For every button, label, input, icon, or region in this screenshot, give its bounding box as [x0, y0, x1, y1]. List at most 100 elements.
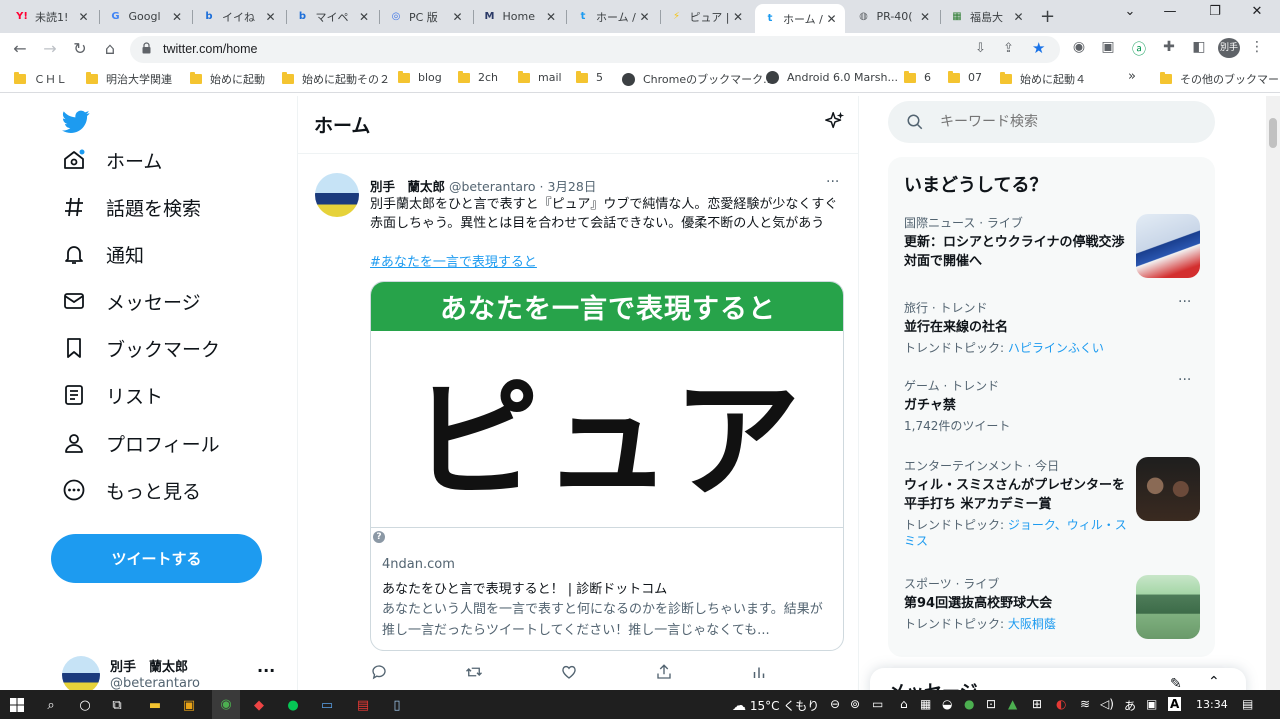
- tweet-author-handle[interactable]: @beterantaro: [449, 179, 536, 194]
- link-card[interactable]: あなたを一言で表現すると ピュア ? 4ndan.com あなたをひと言で表現す…: [370, 281, 844, 651]
- bookmark-item[interactable]: 明治大学関連: [86, 71, 172, 87]
- tweet-author-name[interactable]: 別手 蘭太郎: [370, 179, 445, 194]
- nav-item[interactable]: メッセージ: [60, 287, 201, 315]
- weather-widget[interactable]: ☁ 15°C くもり: [732, 697, 819, 714]
- news-image[interactable]: [1136, 214, 1200, 278]
- bookmark-star-icon[interactable]: ★: [1032, 39, 1045, 57]
- trend-item[interactable]: 国際ニュース · ライブ 更新：ロシアとウクライナの停戦交渉 対面で開催へ: [904, 214, 1129, 271]
- taskbar-red-app-icon[interactable]: ▤: [354, 696, 372, 714]
- bookmark-item[interactable]: 5: [576, 70, 603, 84]
- trend-more-icon[interactable]: ···: [1178, 294, 1191, 310]
- nav-item[interactable]: リスト: [60, 381, 163, 409]
- taskbar-folder-icon[interactable]: ▣: [180, 696, 198, 714]
- nav-item[interactable]: ホーム: [60, 146, 162, 174]
- tab-close-icon[interactable]: ✕: [918, 10, 932, 24]
- tray-icon-d[interactable]: ⌂: [900, 697, 908, 711]
- tab-close-icon[interactable]: ✕: [170, 10, 184, 24]
- windows-start-icon[interactable]: [8, 696, 26, 714]
- home-button-icon[interactable]: ⌂: [100, 39, 120, 58]
- tray-icon-c[interactable]: ▭: [872, 697, 883, 711]
- tab-search-icon[interactable]: ⌄: [1115, 4, 1145, 19]
- tweet-author-avatar[interactable]: [315, 173, 359, 217]
- new-tab-button[interactable]: +: [1040, 6, 1055, 27]
- tray-icon-l[interactable]: ▣: [1146, 697, 1157, 711]
- tray-icon-e[interactable]: ▦: [920, 697, 931, 711]
- install-app-icon[interactable]: ⇩: [975, 41, 986, 56]
- maximize-button[interactable]: ❐: [1200, 4, 1230, 19]
- trend-item[interactable]: スポーツ · ライブ 第94回選抜高校野球大会 トレンドトピック: 大阪桐蔭: [904, 575, 1129, 632]
- ime-icon[interactable]: あ: [1124, 697, 1136, 714]
- chrome-menu-icon[interactable]: ⋮: [1248, 39, 1266, 55]
- tray-icon-g[interactable]: ●: [964, 697, 974, 711]
- wifi-icon[interactable]: ≋: [1080, 697, 1090, 711]
- extensions-puzzle-icon[interactable]: ✚: [1160, 39, 1178, 55]
- browser-tab[interactable]: ◍ PR-40(✕: [849, 4, 939, 29]
- tray-icon-i[interactable]: ▲: [1008, 697, 1017, 711]
- tray-a-icon[interactable]: A: [1168, 697, 1182, 711]
- account-handle[interactable]: @beterantaro: [110, 676, 200, 691]
- account-menu-icon[interactable]: ···: [257, 661, 275, 680]
- bookmark-item[interactable]: 始めに起動: [190, 71, 265, 87]
- tab-close-icon[interactable]: ✕: [264, 10, 278, 24]
- browser-tab[interactable]: Y! 未読1! ✕: [7, 4, 97, 29]
- close-window-button[interactable]: ✕: [1242, 4, 1272, 19]
- bookmark-item[interactable]: ＣＨＬ: [14, 71, 67, 87]
- extension-a-icon[interactable]: ⓐ: [1130, 39, 1148, 59]
- trend-more-icon[interactable]: ···: [1178, 372, 1191, 388]
- search-input[interactable]: [940, 111, 1200, 133]
- retweet-icon[interactable]: [464, 662, 484, 682]
- account-avatar[interactable]: [62, 656, 100, 694]
- tray-icon-a[interactable]: ⊖: [830, 697, 840, 711]
- stadium-image[interactable]: [1136, 575, 1200, 639]
- tweet-more-icon[interactable]: ···: [826, 174, 839, 190]
- browser-tab[interactable]: ⚡ ピュア | ✕: [662, 4, 752, 29]
- browser-tab[interactable]: ▦ 福島大 ✕: [942, 4, 1032, 29]
- trend-item[interactable]: エンターテインメント · 今日 ウィル・スミスさんがプレゼンターを平手打ち 米アカ…: [904, 457, 1129, 549]
- tab-close-icon[interactable]: ✕: [825, 12, 839, 26]
- tab-close-icon[interactable]: ✕: [638, 10, 652, 24]
- bookmark-item[interactable]: 07: [948, 70, 982, 84]
- tweet-date[interactable]: 3月28日: [547, 179, 596, 194]
- browser-tab[interactable]: M Home ✕: [475, 4, 565, 29]
- tab-close-icon[interactable]: ✕: [544, 10, 558, 24]
- tab-close-icon[interactable]: ✕: [357, 10, 371, 24]
- nav-item[interactable]: 通知: [60, 240, 144, 268]
- tray-icon-f[interactable]: ◒: [942, 697, 952, 711]
- task-view-icon[interactable]: ⧉: [108, 696, 126, 714]
- browser-tab[interactable]: t ホーム / ✕: [568, 4, 658, 29]
- share-icon[interactable]: ⇪: [1003, 41, 1014, 56]
- share-tweet-icon[interactable]: [654, 662, 674, 682]
- tray-icon-k[interactable]: ◐: [1056, 697, 1066, 711]
- nav-item[interactable]: もっと見る: [60, 476, 201, 504]
- nav-item[interactable]: ブックマーク: [60, 334, 220, 362]
- chevron-up-icon[interactable]: ⌃: [1208, 674, 1220, 690]
- notification-center-icon[interactable]: ▤: [1242, 697, 1253, 711]
- file-explorer-icon[interactable]: ▬: [146, 696, 164, 714]
- browser-tab[interactable]: b イイね ✕: [194, 4, 284, 29]
- other-bookmarks-folder[interactable]: その他のブックマーク: [1160, 71, 1280, 87]
- back-icon[interactable]: ←: [10, 39, 30, 58]
- taskbar-notepad-icon[interactable]: ▯: [388, 696, 406, 714]
- trend-topic-link[interactable]: 大阪桐蔭: [1008, 617, 1056, 631]
- trend-item[interactable]: 旅行 · トレンド 並行在来線の社名 トレンドトピック: ハピラインふくい: [904, 299, 1184, 356]
- forward-icon[interactable]: →: [40, 39, 60, 58]
- cortana-icon[interactable]: ○: [76, 696, 94, 714]
- bookmark-item[interactable]: 6: [904, 70, 931, 84]
- scrollbar-thumb[interactable]: [1269, 118, 1277, 148]
- browser-tab[interactable]: ◎ PC 版 ✕: [381, 4, 471, 29]
- bookmark-item[interactable]: mail: [518, 70, 562, 84]
- taskbar-search-icon[interactable]: ⌕: [42, 696, 60, 714]
- tweet-button[interactable]: ツイートする: [51, 534, 262, 583]
- page-scrollbar[interactable]: [1266, 96, 1280, 690]
- search-box[interactable]: [888, 101, 1215, 143]
- tray-icon-h[interactable]: ⊡: [986, 697, 996, 711]
- tweet-hashtag-link[interactable]: #あなたを一言で表現すると: [370, 251, 537, 270]
- reload-icon[interactable]: ↻: [70, 39, 90, 58]
- tray-icon-j[interactable]: ⊞: [1032, 697, 1042, 711]
- taskbar-window-icon[interactable]: ▭: [318, 696, 336, 714]
- trend-item[interactable]: ゲーム · トレンド ガチャ禁 1,742件のツイート: [904, 377, 1184, 434]
- bookmark-item[interactable]: blog: [398, 70, 442, 84]
- browser-tab[interactable]: b マイペ ✕: [288, 4, 378, 29]
- url-text[interactable]: twitter.com/home: [163, 42, 257, 56]
- account-name[interactable]: 別手 蘭太郎: [110, 656, 188, 675]
